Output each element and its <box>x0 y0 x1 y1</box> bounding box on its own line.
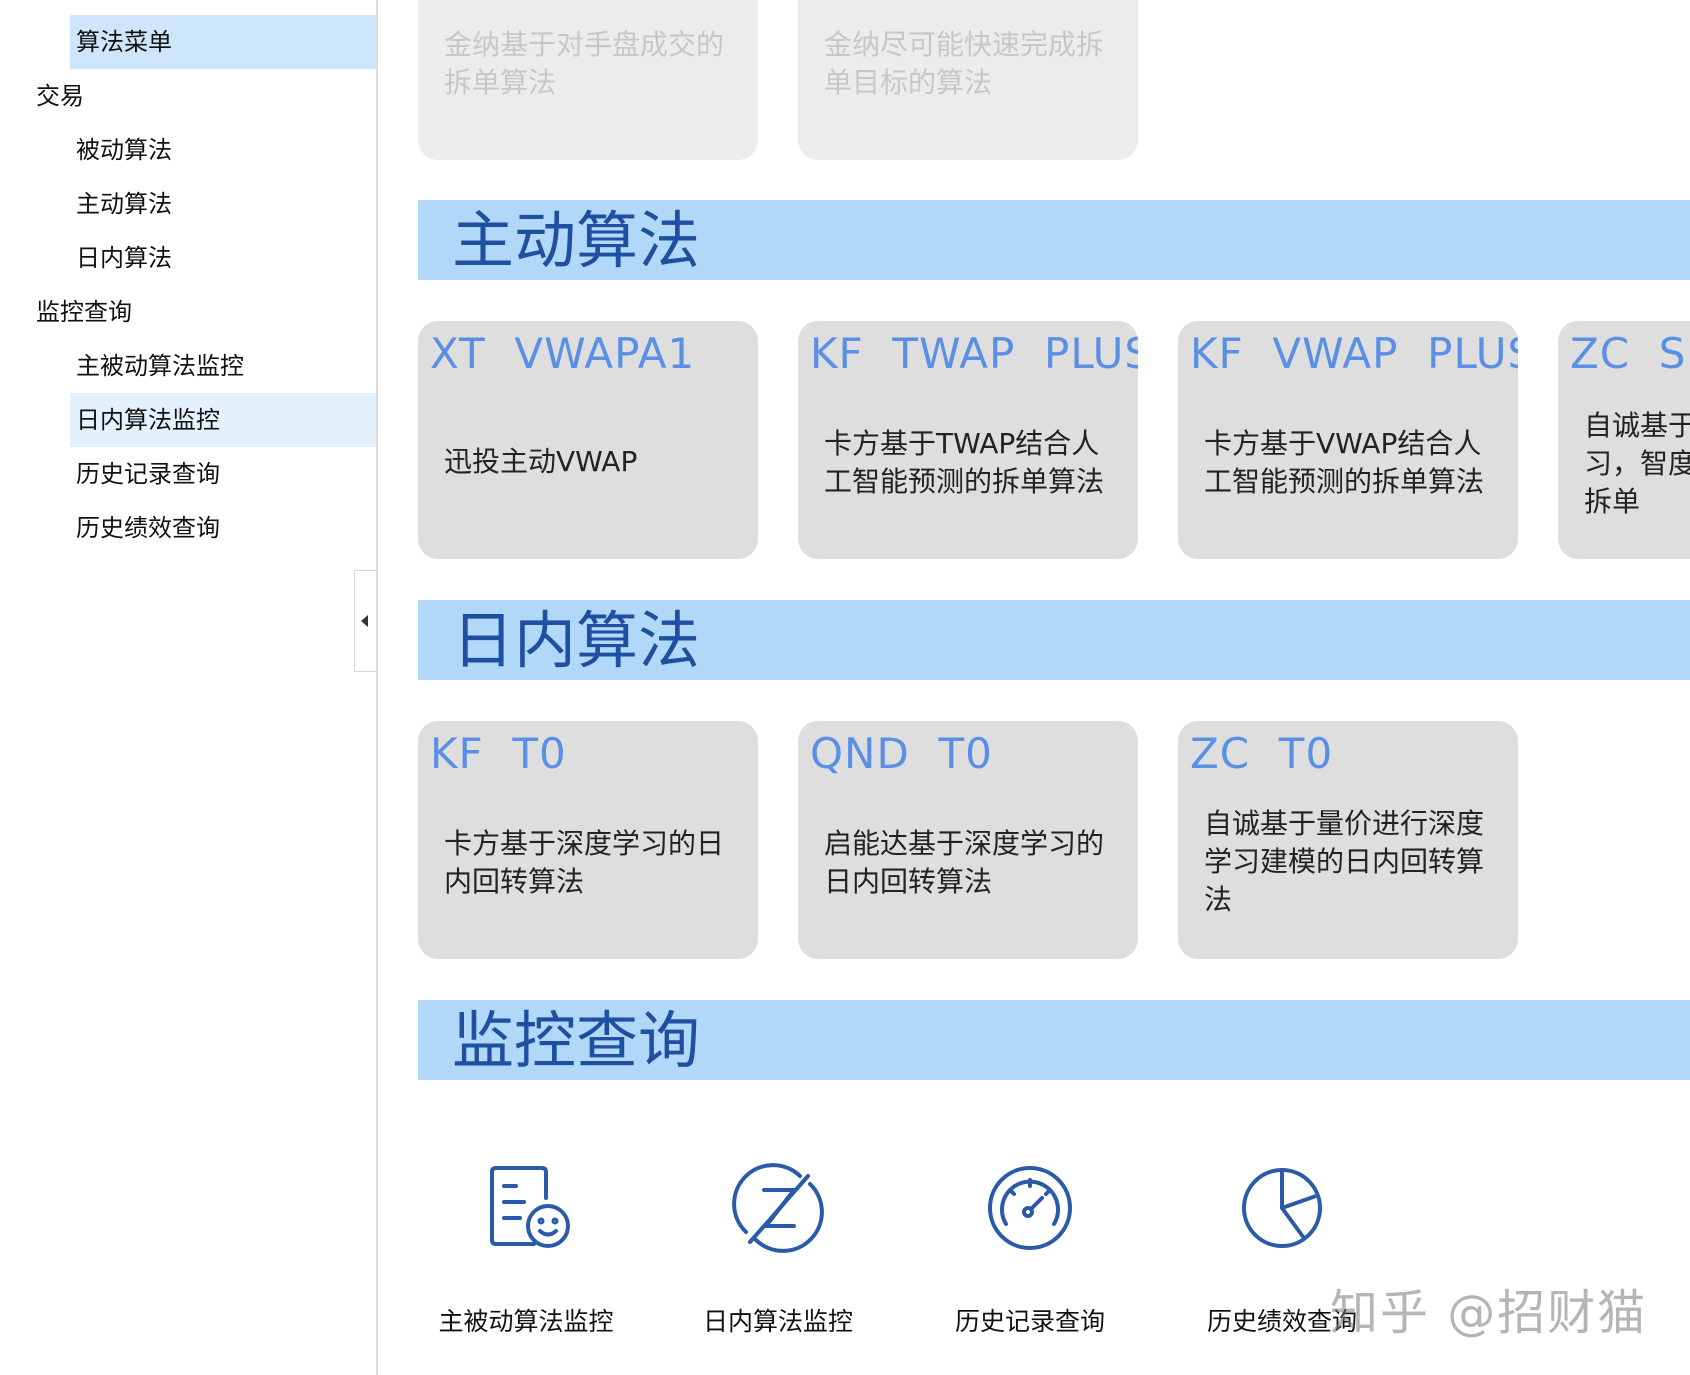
card-code: QND T0 <box>810 729 993 778</box>
card-code: KF T0 <box>430 729 567 778</box>
monitor-item-label: 日内算法监控 <box>702 1307 853 1336</box>
card-description: 金纳基于对手盘成交的拆单算法 <box>444 28 725 99</box>
report-smile-icon <box>490 1166 570 1248</box>
sidebar-item-label: 历史绩效查询 <box>76 514 220 542</box>
sidebar-item-label: 被动算法 <box>76 136 172 164</box>
algo-card-kf-twap-plus[interactable]: KF TWAP PLUS 卡方基于TWAP结合人工智能预测的拆单算法 <box>798 321 1138 559</box>
section-header-monitor: 监控查询 <box>418 1000 1690 1080</box>
sidebar-item-label: 日内算法 <box>76 244 172 272</box>
section-title: 主动算法 <box>452 204 701 277</box>
card-description: 卡方基于TWAP结合人工智能预测的拆单算法 <box>824 427 1105 498</box>
chevron-left-icon <box>361 615 368 627</box>
sidebar-item-intraday-algo[interactable]: 日内算法 <box>70 231 376 285</box>
algo-card-zc-t0[interactable]: ZC T0 自诚基于量价进行深度学习建模的日内回转算法 <box>1178 721 1518 959</box>
sidebar-item-history-records[interactable]: 历史记录查询 <box>70 447 376 501</box>
sidebar-item-label: 主动算法 <box>76 190 172 218</box>
sidebar-item-history-performance[interactable]: 历史绩效查询 <box>70 501 376 555</box>
sidebar-item-label: 历史记录查询 <box>76 460 220 488</box>
card-description: 迅投主动VWAP <box>444 445 638 478</box>
watermark: 知乎 @招财猫 <box>1330 1285 1648 1341</box>
monitor-item-history-records[interactable]: 历史记录查询 <box>920 1150 1140 1350</box>
card-code: XT VWAPA1 <box>430 329 696 378</box>
sidebar-item-label: 交易 <box>36 82 84 110</box>
sidebar-divider <box>376 0 378 1375</box>
sidebar-item-intraday-monitor[interactable]: 日内算法监控 <box>70 393 376 447</box>
card-code: KF TWAP PLUS <box>810 329 1138 378</box>
monitor-item-intraday[interactable]: 日内算法监控 <box>668 1150 888 1350</box>
card-code: KF VWAP PLUS <box>1190 329 1518 378</box>
card-code: ZC SM <box>1570 329 1690 378</box>
monitor-item-active-passive[interactable]: 主被动算法监控 <box>416 1150 636 1350</box>
sidebar-group-trading[interactable]: 交易 <box>36 69 376 123</box>
section-title: 监控查询 <box>452 1004 701 1077</box>
algo-card-passive-1[interactable]: 金纳基于对手盘成交的拆单算法 <box>418 0 758 160</box>
sidebar-item-label: 日内算法监控 <box>76 406 220 434</box>
section-header-active: 主动算法 <box>418 200 1690 280</box>
section-title: 日内算法 <box>452 604 701 677</box>
card-code: ZC T0 <box>1190 729 1334 778</box>
section-header-intraday: 日内算法 <box>418 600 1690 680</box>
card-description: 自诚基于量价进行深度学习建模的日内回转算法 <box>1204 807 1485 916</box>
algo-card-kf-vwap-plus[interactable]: KF VWAP PLUS 卡方基于VWAP结合人工智能预测的拆单算法 <box>1178 321 1518 559</box>
monitor-item-label: 历史记录查询 <box>954 1307 1105 1336</box>
sidebar-item-algo-menu[interactable]: 算法菜单 <box>70 15 376 69</box>
sidebar-nav: 算法菜单 交易 被动算法 主动算法 日内算法 监控查询 主被动算法监控 日内算法… <box>0 0 376 1375</box>
algo-card-passive-2[interactable]: 金纳尽可能快速完成拆单目标的算法 <box>798 0 1138 160</box>
sidebar-item-label: 算法菜单 <box>76 28 172 56</box>
z-circle-icon <box>732 1163 824 1253</box>
card-description: 金纳尽可能快速完成拆单目标的算法 <box>824 28 1105 99</box>
card-description: 启能达基于深度学习的日内回转算法 <box>824 827 1105 898</box>
algo-card-kf-t0[interactable]: KF T0 卡方基于深度学习的日内回转算法 <box>418 721 758 959</box>
sidebar-item-passive-algo[interactable]: 被动算法 <box>70 123 376 177</box>
algo-card-zc-sm[interactable]: ZC SM 自诚基于学习，智度的拆单 <box>1558 321 1690 559</box>
gauge-icon <box>988 1166 1072 1250</box>
sidebar-collapse-button[interactable] <box>354 570 376 672</box>
sidebar-item-active-algo[interactable]: 主动算法 <box>70 177 376 231</box>
sidebar-item-active-passive-monitor[interactable]: 主被动算法监控 <box>70 339 376 393</box>
card-description: 自诚基于学习，智度的拆单 <box>1584 409 1690 518</box>
sidebar-group-monitor[interactable]: 监控查询 <box>36 285 376 339</box>
monitor-item-label: 主被动算法监控 <box>438 1307 614 1336</box>
pie-chart-icon <box>1242 1168 1322 1248</box>
card-description: 卡方基于VWAP结合人工智能预测的拆单算法 <box>1204 427 1485 498</box>
algo-card-xt-vwapa1[interactable]: XT VWAPA1 迅投主动VWAP <box>418 321 758 559</box>
algo-card-qnd-t0[interactable]: QND T0 启能达基于深度学习的日内回转算法 <box>798 721 1138 959</box>
sidebar-item-label: 监控查询 <box>36 298 132 326</box>
sidebar-item-label: 主被动算法监控 <box>76 352 244 380</box>
card-description: 卡方基于深度学习的日内回转算法 <box>444 827 725 898</box>
